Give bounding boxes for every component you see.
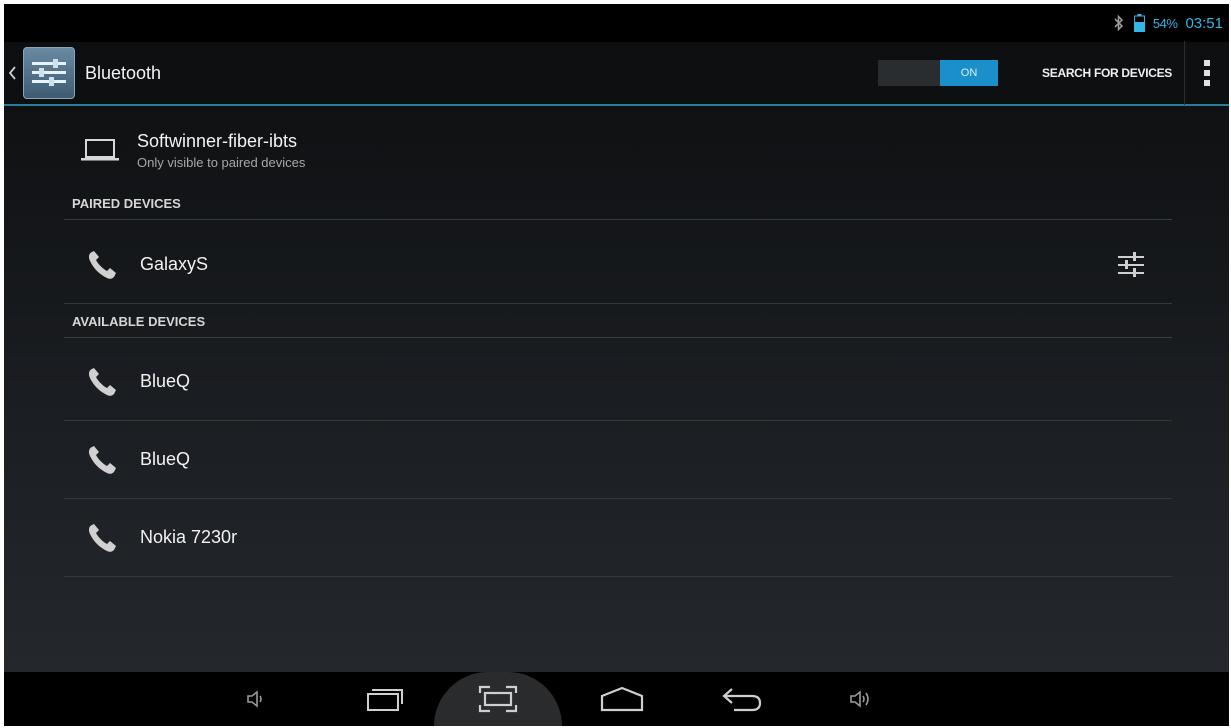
device-screen: 54% 03:51 Bluetooth ON SEARCH FOR DEVICE… <box>4 4 1229 726</box>
paired-device-row[interactable]: GalaxyS <box>64 226 1172 304</box>
device-name: BlueQ <box>140 371 191 391</box>
phone-icon <box>82 245 122 285</box>
volume-up-icon[interactable] <box>830 672 890 726</box>
overflow-menu-icon[interactable] <box>1185 41 1229 105</box>
volume-down-icon[interactable] <box>226 672 286 726</box>
laptop-icon <box>79 135 121 165</box>
battery-icon <box>1133 14 1145 33</box>
available-devices-header: AVAILABLE DEVICES <box>64 314 1172 338</box>
this-device[interactable]: Softwinner-fiber-ibts Only visible to pa… <box>79 120 305 180</box>
phone-icon <box>82 362 122 402</box>
settings-app-icon[interactable] <box>23 47 75 99</box>
available-device-row[interactable]: BlueQ <box>64 421 1172 499</box>
toggle-on-label: ON <box>940 60 999 86</box>
phone-icon <box>82 440 122 480</box>
back-icon[interactable] <box>712 672 772 726</box>
home-icon[interactable] <box>592 672 652 726</box>
bluetooth-toggle[interactable]: ON <box>878 60 999 86</box>
device-name: Nokia 7230r <box>140 527 238 547</box>
page-title: Bluetooth <box>85 62 162 83</box>
up-chevron-icon[interactable] <box>7 63 21 83</box>
device-name: BlueQ <box>140 449 191 469</box>
phone-icon <box>82 518 122 558</box>
device-name: GalaxyS <box>140 254 209 274</box>
bluetooth-icon <box>1112 14 1126 32</box>
action-bar: Bluetooth ON SEARCH FOR DEVICES <box>4 41 1229 106</box>
screenshot-icon[interactable] <box>434 672 562 726</box>
status-bar: 54% 03:51 <box>4 4 1229 42</box>
clock: 03:51 <box>1185 14 1223 32</box>
device-list: Softwinner-fiber-ibts Only visible to pa… <box>4 106 1229 672</box>
paired-devices-header: PAIRED DEVICES <box>64 196 1172 220</box>
this-device-visibility: Only visible to paired devices <box>137 154 306 170</box>
this-device-name: Softwinner-fiber-ibts <box>137 130 298 151</box>
available-device-row[interactable]: BlueQ <box>64 343 1172 421</box>
battery-percent: 54% <box>1152 15 1178 31</box>
recent-apps-icon[interactable] <box>354 672 414 726</box>
available-device-row[interactable]: Nokia 7230r <box>64 499 1172 577</box>
device-settings-icon[interactable] <box>1114 248 1148 282</box>
search-for-devices-button[interactable]: SEARCH FOR DEVICES <box>1030 41 1185 105</box>
navigation-bar <box>4 672 1229 726</box>
